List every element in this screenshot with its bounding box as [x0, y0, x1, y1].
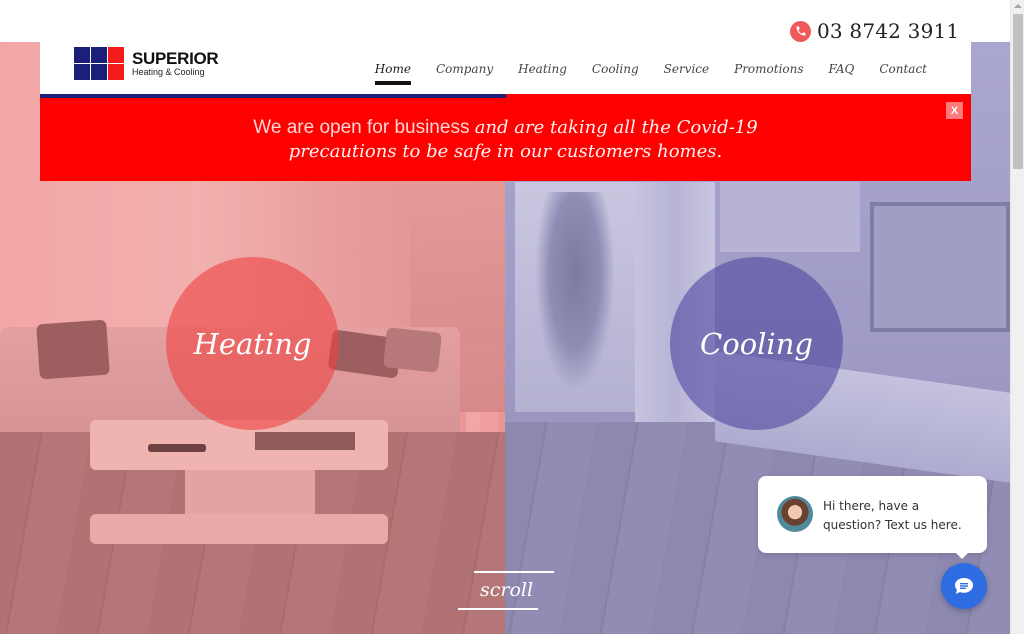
agent-avatar — [777, 496, 813, 532]
page-scrollbar[interactable] — [1010, 0, 1024, 634]
banner-close-button[interactable]: X — [946, 102, 963, 119]
main-nav: Home Company Heating Cooling Service Pro… — [374, 62, 927, 85]
covid-notice-banner: We are open for business and are taking … — [40, 98, 971, 181]
cooling-circle-link[interactable]: Cooling — [670, 257, 843, 430]
phone-link[interactable]: 03 8742 3911 — [790, 19, 959, 43]
banner-text-emphasis-1: and are taking all the Covid-19 — [474, 116, 758, 138]
nav-service[interactable]: Service — [664, 62, 710, 76]
scroll-indicator[interactable]: scroll — [458, 571, 554, 611]
scrollbar-thumb[interactable] — [1013, 14, 1023, 169]
banner-text-plain: We are open for business — [253, 116, 470, 138]
logo[interactable]: SUPERIOR Heating & Cooling — [74, 47, 219, 80]
scroll-line-top — [474, 571, 554, 573]
site-header: SUPERIOR Heating & Cooling Home Company … — [40, 42, 971, 94]
nav-faq[interactable]: FAQ — [829, 62, 855, 76]
scroll-line-bottom — [458, 608, 538, 610]
top-bar: 03 8742 3911 — [0, 0, 1010, 43]
logo-name: SUPERIOR — [132, 49, 219, 68]
nav-heating[interactable]: Heating — [518, 62, 567, 76]
nav-cooling[interactable]: Cooling — [592, 62, 639, 76]
nav-home[interactable]: Home — [374, 62, 412, 85]
cooling-label: Cooling — [700, 326, 813, 361]
chat-icon — [955, 578, 973, 594]
banner-text-emphasis-2: precautions to be safe in our customers … — [288, 140, 723, 162]
scroll-up-arrow-icon[interactable] — [1014, 4, 1022, 8]
phone-number: 03 8742 3911 — [817, 19, 960, 43]
nav-contact[interactable]: Contact — [879, 62, 927, 76]
scroll-label: scroll — [480, 579, 534, 601]
chat-open-button[interactable] — [941, 563, 987, 609]
heating-label: Heating — [193, 326, 312, 361]
heating-circle-link[interactable]: Heating — [166, 257, 339, 430]
phone-icon — [790, 20, 811, 42]
chat-prompt-text: Hi there, have a question? Text us here. — [823, 499, 962, 532]
logo-tagline: Heating & Cooling — [132, 67, 205, 77]
chat-prompt-bubble[interactable]: Hi there, have a question? Text us here. — [758, 476, 987, 559]
nav-promotions[interactable]: Promotions — [734, 62, 803, 76]
logo-mark-icon — [74, 47, 124, 80]
nav-company[interactable]: Company — [436, 62, 493, 76]
